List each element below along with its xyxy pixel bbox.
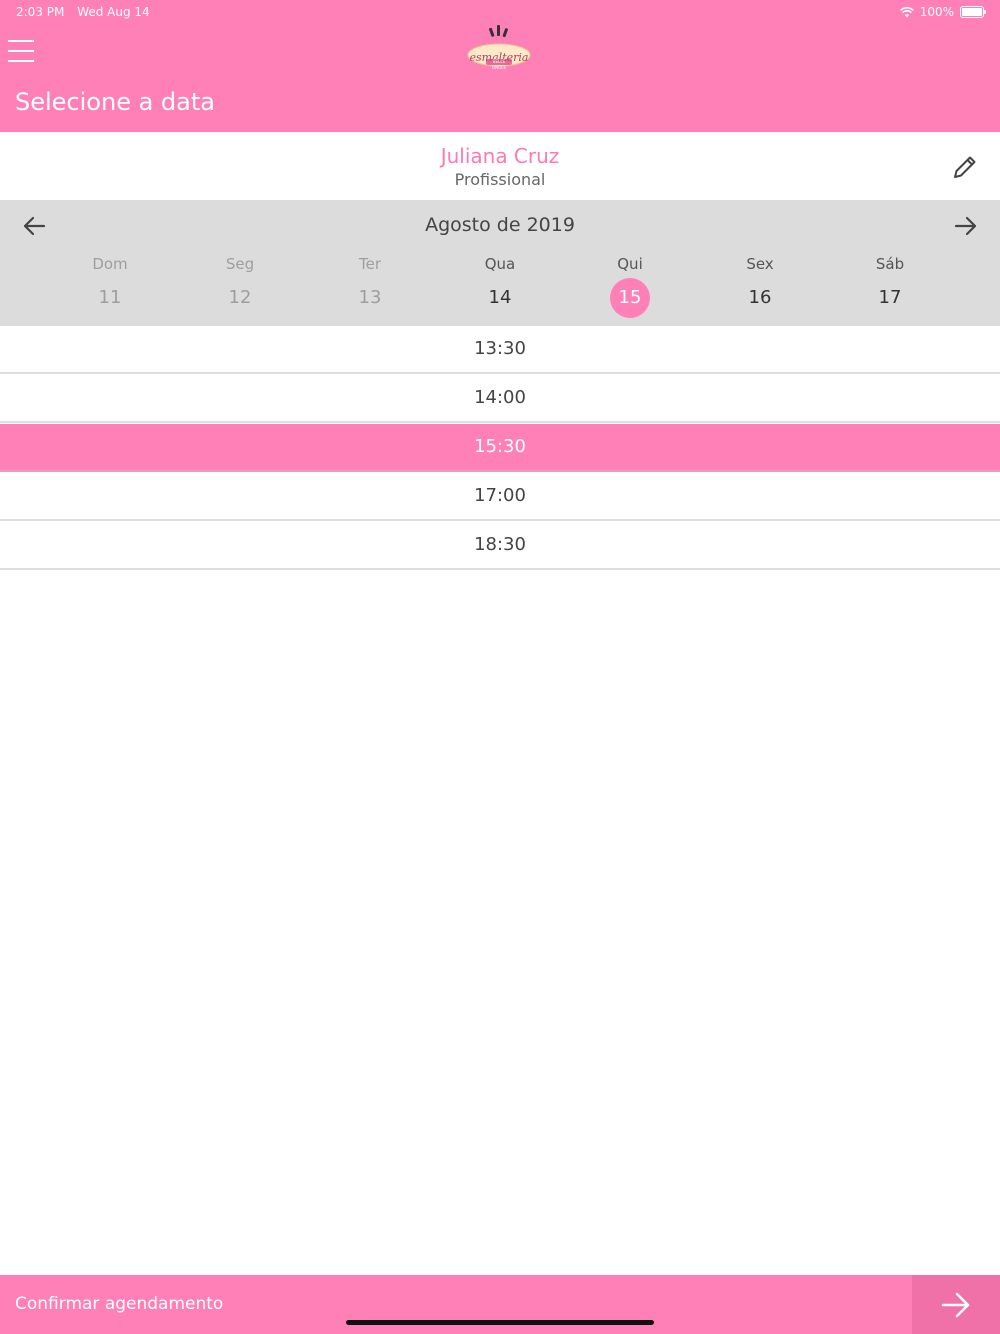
- edit-pencil-icon[interactable]: [950, 152, 980, 182]
- status-bar: 2:03 PM Wed Aug 14 100%: [0, 0, 1000, 24]
- wifi-icon: [899, 6, 914, 17]
- time-slot[interactable]: 18:30: [0, 522, 1000, 570]
- day-name: Qui: [617, 255, 643, 273]
- app-root: 2:03 PM Wed Aug 14 100% esmalteria BELLE…: [0, 0, 1000, 1334]
- logo: esmalteria BELLE ONGLE: [463, 24, 535, 74]
- day-number: 13: [358, 287, 382, 308]
- arrow-right-icon: [941, 1292, 970, 1318]
- day-name: Sáb: [875, 255, 905, 273]
- day-tue[interactable]: Ter 13: [325, 254, 415, 318]
- day-number: 11: [98, 287, 122, 308]
- day-name: Sex: [746, 255, 774, 273]
- professional-role: Profissional: [454, 170, 546, 189]
- confirm-booking-button[interactable]: Confirmar agendamento: [15, 1294, 223, 1314]
- day-name: Qua: [484, 255, 516, 273]
- time-slot-selected[interactable]: 15:30: [0, 424, 1000, 472]
- status-date: Wed Aug 14: [77, 5, 150, 19]
- time-slot[interactable]: 17:00: [0, 473, 1000, 521]
- professional-name: Juliana Cruz: [440, 144, 560, 168]
- day-number: 14: [488, 287, 512, 308]
- day-name: Seg: [225, 255, 255, 273]
- confirm-arrow-button[interactable]: [912, 1275, 1000, 1334]
- arrow-right-icon[interactable]: [952, 212, 980, 240]
- header: 2:03 PM Wed Aug 14 100% esmalteria BELLE…: [0, 0, 1000, 132]
- battery-icon: [960, 6, 986, 18]
- day-number: 16: [748, 287, 772, 308]
- home-indicator: [346, 1320, 654, 1325]
- footer-bar: Confirmar agendamento: [0, 1275, 1000, 1334]
- page-title: Selecione a data: [15, 88, 215, 116]
- time-slot[interactable]: 14:00: [0, 375, 1000, 423]
- day-mon[interactable]: Seg 12: [195, 254, 285, 318]
- status-right: 100%: [899, 5, 986, 19]
- time-slot[interactable]: 13:30: [0, 326, 1000, 374]
- day-fri[interactable]: Sex 16: [715, 254, 805, 318]
- day-number: 17: [878, 287, 902, 308]
- day-name: Dom: [92, 255, 128, 273]
- day-number: 12: [228, 287, 252, 308]
- battery-percent: 100%: [919, 5, 954, 19]
- day-thu-selected[interactable]: Qui 15: [585, 254, 675, 318]
- day-wed[interactable]: Qua 14: [455, 254, 545, 318]
- day-number: 15: [610, 278, 650, 318]
- status-time: 2:03 PM: [16, 5, 65, 19]
- professional-row: Juliana Cruz Profissional: [0, 132, 1000, 200]
- month-title: Agosto de 2019: [425, 214, 575, 236]
- logo-subtext: BELLE ONGLE: [492, 59, 506, 70]
- day-sat[interactable]: Sáb 17: [845, 254, 935, 318]
- calendar: Agosto de 2019 Dom 11 Seg 12 Ter 13 Qua …: [0, 200, 1000, 326]
- status-left: 2:03 PM Wed Aug 14: [16, 5, 159, 19]
- menu-icon[interactable]: [8, 40, 34, 62]
- day-name: Ter: [358, 255, 381, 273]
- day-sun[interactable]: Dom 11: [65, 254, 155, 318]
